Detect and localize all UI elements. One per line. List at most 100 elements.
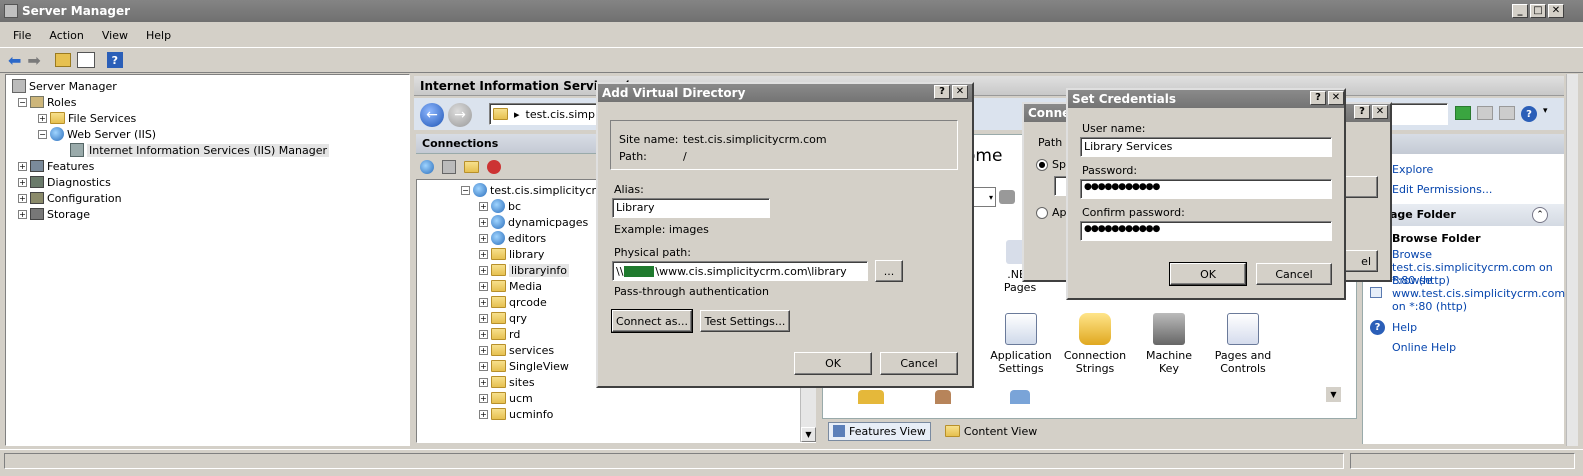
expand-icon[interactable]: +: [18, 161, 27, 171]
add-vdir-close-icon[interactable]: ✕: [952, 85, 968, 99]
tree-folder[interactable]: + ucm: [461, 390, 815, 406]
forward-icon[interactable]: ➡: [27, 51, 40, 70]
add-vdir-help-icon[interactable]: ?: [934, 85, 950, 99]
tree-storage[interactable]: + Storage: [12, 206, 403, 222]
connect-icon[interactable]: [420, 160, 434, 174]
password-input[interactable]: ●●●●●●●●●●●: [1080, 179, 1332, 199]
confirm-password-input[interactable]: ●●●●●●●●●●●: [1080, 221, 1332, 241]
explore-link[interactable]: Explore: [1392, 163, 1433, 176]
maximize-icon[interactable]: □: [1530, 4, 1546, 18]
connect-as-button[interactable]: Connect as...: [611, 309, 693, 333]
set-credentials-help-icon[interactable]: ?: [1310, 91, 1326, 105]
menu-help[interactable]: Help: [137, 27, 180, 44]
close-icon[interactable]: ✕: [1548, 4, 1564, 18]
up-folder-icon[interactable]: [54, 53, 71, 67]
home-icon[interactable]: [1499, 106, 1515, 120]
expand-icon[interactable]: +: [479, 345, 488, 355]
tree-file-services[interactable]: + File Services: [12, 110, 403, 126]
add-vdir-ok-button[interactable]: OK: [794, 352, 872, 375]
tree-iis-manager[interactable]: Internet Information Services (IIS) Mana…: [12, 142, 403, 158]
tree-folder[interactable]: + ucminfo: [461, 406, 815, 422]
expand-icon[interactable]: +: [479, 233, 488, 243]
expand-icon[interactable]: +: [479, 393, 488, 403]
iis-forward-icon[interactable]: →: [448, 103, 472, 127]
tree-features[interactable]: + Features: [12, 158, 403, 174]
app-icon: [491, 231, 505, 245]
expand-icon[interactable]: +: [479, 409, 488, 419]
collapse-icon[interactable]: −: [38, 129, 47, 139]
set-credentials-cancel-button[interactable]: Cancel: [1256, 263, 1332, 285]
back-icon[interactable]: ⬅: [8, 51, 21, 70]
expand-icon[interactable]: +: [38, 113, 47, 123]
tile-pages-and-controls[interactable]: Pages and Controls: [1210, 313, 1276, 375]
expand-icon[interactable]: +: [479, 377, 488, 387]
refresh-icon[interactable]: [1455, 106, 1471, 120]
menu-action[interactable]: Action: [40, 27, 92, 44]
menu-file[interactable]: File: [4, 27, 40, 44]
help-toolbar-icon[interactable]: ?: [106, 52, 123, 68]
minimize-icon[interactable]: _: [1512, 4, 1528, 18]
partial-tile-icon: [935, 390, 951, 404]
feature-scroll-down-icon[interactable]: ▼: [1326, 387, 1341, 402]
help-link[interactable]: Help: [1392, 321, 1417, 334]
collapse-icon[interactable]: −: [18, 97, 27, 107]
scroll-down-icon[interactable]: ▼: [801, 427, 816, 442]
stop-icon[interactable]: [1477, 106, 1493, 120]
up-icon[interactable]: [464, 161, 479, 173]
tree-diagnostics[interactable]: + Diagnostics: [12, 174, 403, 190]
view-icon[interactable]: [999, 190, 1015, 204]
connect-as-close-icon[interactable]: ✕: [1372, 105, 1388, 119]
tree-web-server[interactable]: − Web Server (IIS): [12, 126, 403, 142]
tile-application-settings[interactable]: Application Settings: [988, 313, 1054, 375]
expand-icon[interactable]: +: [18, 193, 27, 203]
add-vdir-cancel-button[interactable]: Cancel: [880, 352, 958, 375]
specific-user-radio[interactable]: ● Sp: [1036, 158, 1066, 171]
tree-server-manager[interactable]: Server Manager: [12, 78, 403, 94]
tree-roles[interactable]: − Roles: [12, 94, 403, 110]
set-credentials-ok-button[interactable]: OK: [1169, 262, 1247, 286]
help-dropdown-icon[interactable]: ▾: [1543, 106, 1548, 122]
status-bar: [0, 449, 1583, 471]
test-settings-button[interactable]: Test Settings...: [700, 310, 790, 332]
physical-path-input[interactable]: \\ \www.cis.simplicitycrm.com\library: [612, 261, 868, 281]
expand-icon[interactable]: +: [479, 249, 488, 259]
edit-permissions-link[interactable]: Edit Permissions...: [1392, 183, 1492, 196]
show-hide-console-icon[interactable]: [76, 52, 95, 68]
iis-search-field[interactable]: [1390, 103, 1448, 125]
expand-icon[interactable]: +: [479, 313, 488, 323]
expand-icon[interactable]: +: [18, 177, 27, 187]
expand-icon[interactable]: +: [479, 361, 488, 371]
content-view-tab[interactable]: Content View: [941, 423, 1041, 440]
site-info-box: Site name: test.cis.simplicitycrm.com Pa…: [610, 120, 958, 170]
set-credentials-close-icon[interactable]: ✕: [1328, 91, 1344, 105]
menu-view[interactable]: View: [93, 27, 137, 44]
iis-help-icon[interactable]: ?: [1521, 106, 1537, 122]
expand-icon[interactable]: +: [18, 209, 27, 219]
expand-icon[interactable]: +: [479, 297, 488, 307]
iis-address-field[interactable]: ▸ test.cis.simpl: [489, 103, 609, 125]
expand-icon[interactable]: +: [479, 329, 488, 339]
collapse-section-icon[interactable]: ⌃: [1532, 207, 1548, 223]
expand-icon[interactable]: +: [479, 265, 488, 275]
save-icon[interactable]: [442, 160, 456, 174]
radio-checked-icon: ●: [1036, 158, 1048, 171]
iis-back-icon[interactable]: ←: [420, 103, 444, 127]
tile-machine-key[interactable]: Machine Key: [1136, 313, 1202, 375]
connect-as-help-icon[interactable]: ?: [1354, 105, 1370, 119]
pass-through-radio[interactable]: Ap: [1036, 206, 1067, 219]
tree-scrollbar[interactable]: ▼: [800, 380, 816, 442]
disconnect-icon[interactable]: [487, 160, 501, 174]
tile-connection-strings[interactable]: Connection Strings: [1062, 313, 1128, 375]
username-input[interactable]: Library Services: [1080, 137, 1332, 157]
expand-icon[interactable]: +: [479, 201, 488, 211]
expand-icon[interactable]: +: [479, 217, 488, 227]
tree-configuration[interactable]: + Configuration: [12, 190, 403, 206]
alias-input[interactable]: Library: [612, 198, 770, 218]
browse-path-button[interactable]: ...: [875, 260, 903, 282]
online-help-link[interactable]: Online Help: [1392, 341, 1456, 354]
browse-www-link[interactable]: Browse www.test.cis.simplicitycrm.com on…: [1392, 274, 1565, 313]
collapse-icon[interactable]: −: [461, 185, 470, 195]
main-scrollbar[interactable]: [1566, 74, 1578, 446]
features-view-tab[interactable]: Features View: [828, 421, 931, 441]
expand-icon[interactable]: +: [479, 281, 488, 291]
